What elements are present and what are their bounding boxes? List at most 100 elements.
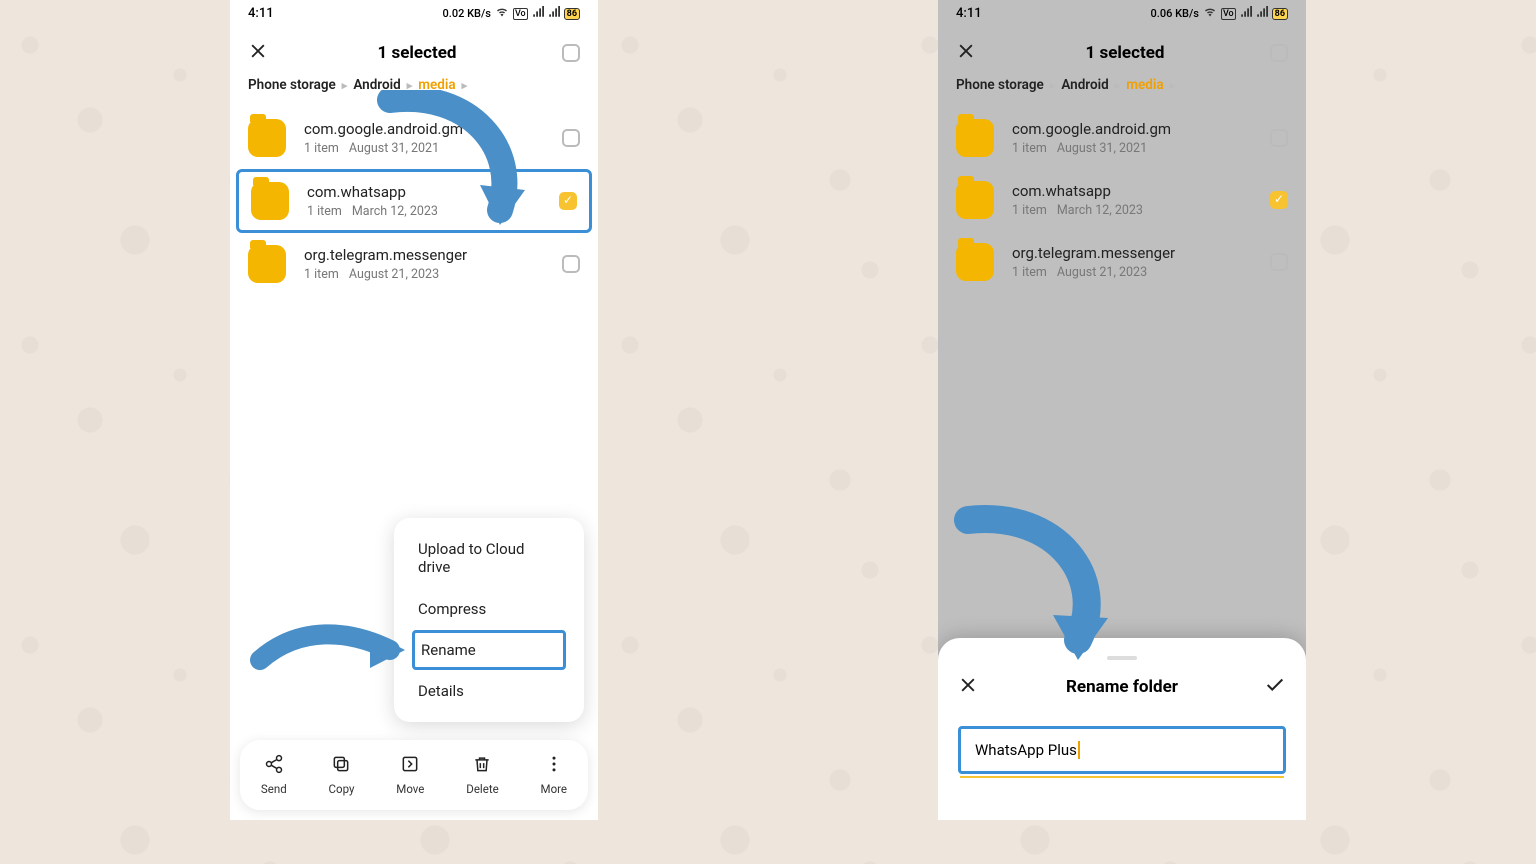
crumb-android[interactable]: Android [353,77,400,93]
folder-row[interactable]: org.telegram.messenger 1 itemAugust 21, … [938,231,1306,293]
folder-icon [956,243,994,281]
menu-details[interactable]: Details [394,670,584,712]
wifi-icon [495,6,509,21]
phone-left: 4:11 0.02 KB/s Vo 86 1 selected Phone st… [230,0,598,820]
sheet-grabber[interactable] [1107,656,1137,660]
signal-icon [1240,6,1252,21]
folder-meta: 1 itemMarch 12, 2023 [1012,203,1270,218]
crumb-phone-storage[interactable]: Phone storage [248,77,336,93]
sheet-cancel-button[interactable] [958,675,982,699]
folder-row[interactable]: com.google.android.gm 1 itemAugust 31, 2… [938,107,1306,169]
volte-icon: Vo [513,8,528,20]
context-menu: Upload to Cloud drive Compress Rename De… [394,518,584,722]
status-bar: 4:11 0.06 KB/s Vo 86 [938,0,1306,25]
input-underline [960,776,1284,778]
row-checkbox-checked[interactable] [1270,191,1288,209]
delete-button[interactable]: Delete [466,754,498,796]
select-all-checkbox[interactable] [562,44,580,62]
action-label: Move [396,782,424,796]
folder-row[interactable]: com.google.android.gm 1 itemAugust 31, 2… [230,107,598,169]
net-speed: 0.02 KB/s [443,7,491,20]
breadcrumb: Phone storage ▸ Android ▸ media ▸ [230,73,598,101]
row-checkbox[interactable] [562,129,580,147]
crumb-phone-storage[interactable]: Phone storage [956,77,1044,93]
crumb-media[interactable]: media [1126,77,1163,93]
rename-bottom-sheet: Rename folder WhatsApp Plus ✕ [938,638,1306,820]
action-label: Send [261,782,287,796]
folder-row-selected[interactable]: com.whatsapp 1 itemMarch 12, 2023 [938,169,1306,231]
status-time: 4:11 [248,6,274,21]
wifi-icon [1203,6,1217,21]
folder-icon [248,245,286,283]
volte-icon: Vo [1221,8,1236,20]
folder-row[interactable]: org.telegram.messenger 1 itemAugust 21, … [230,233,598,295]
sheet-confirm-button[interactable] [1262,674,1286,700]
status-icons: 0.06 KB/s Vo 86 [1151,6,1288,21]
chevron-right-icon: ▸ [1115,79,1121,92]
crumb-media[interactable]: media [418,77,455,93]
bottom-action-bar: Send Copy Move Delete More [240,740,588,810]
folder-icon [251,182,289,220]
folder-name: com.whatsapp [1012,182,1270,200]
action-label: More [541,782,568,796]
selection-header: 1 selected [938,25,1306,73]
chevron-right-icon: ▸ [342,79,348,92]
battery-icon: 86 [1272,8,1288,20]
chevron-right-icon: ▸ [1170,79,1176,92]
phone-right: 4:11 0.06 KB/s Vo 86 1 selected Phone st… [938,0,1306,820]
status-time: 4:11 [956,6,982,21]
menu-rename[interactable]: Rename [412,630,566,670]
menu-upload-cloud[interactable]: Upload to Cloud drive [394,528,584,588]
menu-compress[interactable]: Compress [394,588,584,630]
folder-name: com.google.android.gm [1012,120,1270,138]
folder-meta: 1 itemAugust 31, 2021 [1012,141,1270,156]
breadcrumb: Phone storage ▸ Android ▸ media ▸ [938,73,1306,101]
copy-icon [331,754,351,778]
action-label: Copy [329,782,355,796]
folder-icon [956,119,994,157]
header-title: 1 selected [980,43,1270,63]
more-icon [544,754,564,778]
share-icon [264,754,284,778]
status-bar: 4:11 0.02 KB/s Vo 86 [230,0,598,25]
battery-icon: 86 [564,8,580,20]
more-button[interactable]: More [541,754,568,796]
move-icon [400,754,420,778]
signal-icon-2 [548,6,560,21]
selection-header: 1 selected [230,25,598,73]
chevron-right-icon: ▸ [407,79,413,92]
row-checkbox[interactable] [562,255,580,273]
rename-input-value: WhatsApp Plus [975,741,1077,759]
trash-icon [472,754,492,778]
folder-icon [956,181,994,219]
close-selection-button[interactable] [248,41,272,65]
header-title: 1 selected [272,43,562,63]
send-button[interactable]: Send [261,754,287,796]
folder-row-selected[interactable]: com.whatsapp 1 itemMarch 12, 2023 [236,169,592,233]
chevron-right-icon: ▸ [1050,79,1056,92]
signal-icon-2 [1256,6,1268,21]
folder-name: org.telegram.messenger [304,246,562,264]
signal-icon [532,6,544,21]
folder-meta: 1 itemAugust 31, 2021 [304,141,562,156]
chevron-right-icon: ▸ [462,79,468,92]
row-checkbox[interactable] [1270,129,1288,147]
folder-meta: 1 itemMarch 12, 2023 [307,204,559,219]
folder-name: com.google.android.gm [304,120,562,138]
move-button[interactable]: Move [396,754,424,796]
crumb-android[interactable]: Android [1061,77,1108,93]
select-all-checkbox[interactable] [1270,44,1288,62]
folder-name: org.telegram.messenger [1012,244,1270,262]
status-icons: 0.02 KB/s Vo 86 [443,6,580,21]
row-checkbox[interactable] [1270,253,1288,271]
folder-name: com.whatsapp [307,183,559,201]
copy-button[interactable]: Copy [329,754,355,796]
net-speed: 0.06 KB/s [1151,7,1199,20]
close-selection-button[interactable] [956,41,980,65]
action-label: Delete [466,782,498,796]
sheet-title: Rename folder [982,677,1262,697]
rename-input[interactable]: WhatsApp Plus [958,726,1286,774]
folder-icon [248,119,286,157]
folder-list: com.google.android.gm 1 itemAugust 31, 2… [938,101,1306,701]
row-checkbox-checked[interactable] [559,192,577,210]
